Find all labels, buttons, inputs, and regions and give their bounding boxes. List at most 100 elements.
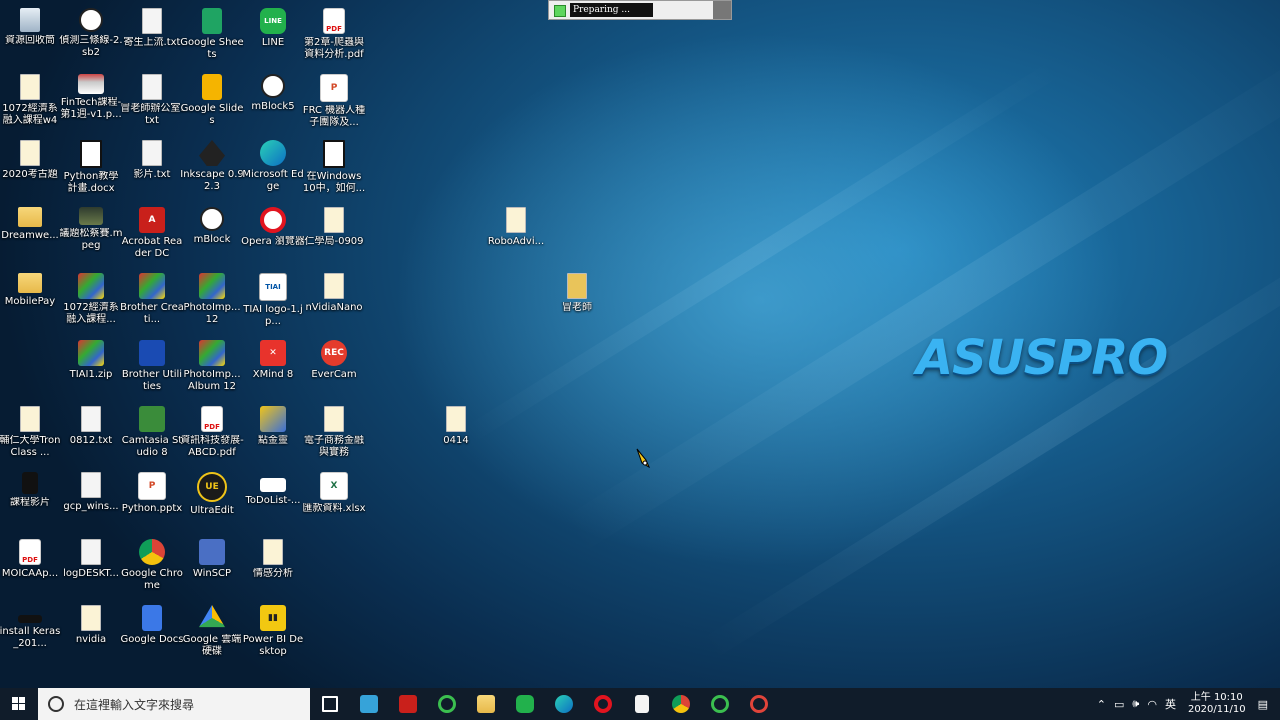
desktop-icon-shortcut[interactable]: Dreamwe... — [0, 203, 62, 269]
taskbar-app-building[interactable] — [349, 688, 388, 720]
brother-utilities-icon — [139, 340, 165, 366]
desktop-icon-file[interactable]: logDESKT... — [59, 535, 123, 601]
installer-icon — [18, 615, 42, 623]
desktop-icon-folder[interactable]: 情感分析 — [241, 535, 305, 601]
taskbar-app-edge[interactable] — [544, 688, 583, 720]
desktop-icon-google-slides[interactable]: Google Slides — [180, 70, 244, 136]
desktop-icon-image[interactable]: TIAI TIAI logo-1.jp... — [241, 269, 305, 335]
desktop-icon-folder[interactable]: MobilePay — [0, 269, 62, 335]
taskbar-app-line[interactable] — [505, 688, 544, 720]
desktop-icon-edge[interactable]: Microsoft Edge — [241, 136, 305, 202]
folder-icon — [20, 140, 40, 166]
desktop-icon-opera[interactable]: Opera 瀏覽器 — [241, 203, 305, 269]
start-button[interactable] — [0, 688, 38, 720]
notification-icon[interactable]: ▤ — [1258, 698, 1268, 711]
windows-logo-icon — [12, 697, 25, 710]
desktop-icon-txt[interactable]: 影片.txt — [120, 136, 184, 202]
chevron-up-icon[interactable]: ⌃ — [1097, 698, 1106, 711]
desktop-icon-folder[interactable]: 輔仁大學TronClass ... — [0, 402, 62, 468]
desktop-icon-shortcut[interactable]: 課程影片 — [0, 468, 62, 534]
desktop-icon-xlsx[interactable]: X 匯款資料.xlsx — [302, 468, 366, 534]
winscp-icon — [199, 539, 225, 565]
chrome-icon — [671, 695, 690, 713]
desktop-icon-docx[interactable]: Python教學計畫.docx — [59, 136, 123, 202]
desktop-icon-archive[interactable]: 1072經濟系融入課程... — [59, 269, 123, 335]
desktop-icon-brother-creative[interactable]: Brother Creati... — [120, 269, 184, 335]
taskbar-app-chrome[interactable] — [661, 688, 700, 720]
excel-icon: X — [320, 472, 348, 500]
desktop-icon-file[interactable]: ToDoList-... — [241, 468, 305, 534]
desktop-icon-mblock5[interactable]: mBlock5 — [241, 70, 305, 136]
desktop-icon-archive[interactable]: TIAI1.zip — [59, 336, 123, 402]
desktop-icon-folder[interactable]: nVidiaNano — [302, 269, 366, 335]
desktop-icon-recycle-bin[interactable]: 資源回收筒 — [0, 4, 62, 70]
desktop-icon-txt[interactable]: 0812.txt — [59, 402, 123, 468]
desktop-icon-folder[interactable]: 仁學局-0909 — [302, 203, 366, 269]
taskbar-app-settings[interactable] — [739, 688, 778, 720]
desktop-icon-winscp[interactable]: WinSCP — [180, 535, 244, 601]
desktop-icon-xmind[interactable]: ✕ XMind 8 — [241, 336, 305, 402]
desktop-icon-photoimpact[interactable]: PhotoImp... 12 — [180, 269, 244, 335]
desktop-icon-file[interactable]: FinTech課程-第1週-v1.p... — [59, 70, 123, 136]
desktop-icon-pptx[interactable]: P Python.pptx — [120, 468, 184, 534]
desktop-icon-folder[interactable]: RoboAdvi... — [484, 203, 548, 269]
desktop-icon-brother-utilities[interactable]: Brother Utilities — [120, 336, 184, 402]
taskbar-app-recorder[interactable] — [427, 688, 466, 720]
desktop-icon-acrobat[interactable]: A Acrobat Reader DC — [120, 203, 184, 269]
window-edge — [713, 1, 731, 19]
desktop-icon-folder[interactable]: nvidia — [59, 601, 123, 667]
desktop-icon-google-docs[interactable]: Google Docs — [120, 601, 184, 667]
desktop-icon-pdf[interactable]: PDF MOICAAp... — [0, 535, 62, 601]
google-docs-icon — [142, 605, 162, 631]
desktop-icon-pdf[interactable]: PDF 資訊科技發展-ABCD.pdf — [180, 402, 244, 468]
panda-icon — [79, 8, 103, 32]
desktop-icon-ultraedit[interactable]: UE UltraEdit — [180, 468, 244, 534]
desktop-icon-file[interactable]: install Keras_201... — [0, 601, 62, 667]
panda-icon — [200, 207, 224, 231]
text-file-icon — [81, 539, 101, 565]
line-icon — [515, 695, 534, 713]
desktop-icon-camtasia[interactable]: Camtasia Studio 8 — [120, 402, 184, 468]
desktop-icon-photoimpact-album[interactable]: PhotoImp... Album 12 — [180, 336, 244, 402]
clock[interactable]: 上午 10:10 2020/11/10 — [1188, 692, 1246, 716]
desktop-icon-folder[interactable]: 1072經濟系融入課程w4 — [0, 70, 62, 136]
desktop-icon-power-bi[interactable]: ▮▮ Power BI Desktop — [241, 601, 305, 667]
desktop-icon-txt[interactable]: 寄生上流.txt — [120, 4, 184, 70]
powerpoint-icon: P — [138, 472, 166, 500]
desktop-icon-folder[interactable]: 電子商務金融與實務 — [302, 402, 366, 468]
progress-square — [554, 5, 566, 17]
desktop-icon-mblock[interactable]: mBlock — [180, 203, 244, 269]
taskbar-search-box[interactable]: 在這裡輸入文字來搜尋 — [38, 688, 310, 720]
taskbar-app-file-explorer[interactable] — [466, 688, 505, 720]
image-icon: TIAI — [259, 273, 287, 301]
desktop-icon-file[interactable]: 偵測三條線-2.sb2 — [59, 4, 123, 70]
recycle-bin-icon — [20, 8, 40, 32]
task-view-button[interactable] — [310, 688, 349, 720]
taskbar-app-recorder-2[interactable] — [700, 688, 739, 720]
folder-icon — [476, 695, 495, 713]
wifi-icon[interactable]: ◠ — [1147, 698, 1157, 711]
desktop-icon-folder[interactable]: 冒老師 — [545, 269, 609, 335]
desktop-icon-chrome[interactable]: Google Chrome — [120, 535, 184, 601]
ime-indicator[interactable]: 英 — [1165, 696, 1176, 712]
taskbar-app-notepad[interactable] — [622, 688, 661, 720]
desktop-icon-inkscape[interactable]: Inkscape 0.92.3 — [180, 136, 244, 202]
desktop-icon-pptx[interactable]: P FRC 機器人種子團隊及... — [302, 70, 366, 136]
desktop-icon-app[interactable]: 點金靈 — [241, 402, 305, 468]
desktop-icon-file[interactable]: gcp_wins... — [59, 468, 123, 534]
taskbar-app-opera[interactable] — [583, 688, 622, 720]
desktop-icon-google-drive[interactable]: Google 雲端硬碟 — [180, 601, 244, 667]
google-drive-icon — [199, 605, 225, 628]
desktop-icon-txt[interactable]: 冒老師辦公室.txt — [120, 70, 184, 136]
desktop-icon-line[interactable]: LINE LINE — [241, 4, 305, 70]
taskbar-app-acrobat[interactable] — [388, 688, 427, 720]
desktop-icon-google-sheets[interactable]: Google Sheets — [180, 4, 244, 70]
battery-icon[interactable]: ▭ — [1114, 698, 1124, 711]
desktop-icon-folder[interactable]: 0414 — [424, 402, 488, 468]
desktop-icon-file[interactable]: 在Windows 10中，如何... — [302, 136, 366, 202]
desktop-icon-video[interactable]: 議題松蔡賽.mpeg — [59, 203, 123, 269]
desktop-icon-pdf[interactable]: PDF 第2章-爬蟲與資料分析.pdf — [302, 4, 366, 70]
desktop-icon-evercam[interactable]: REC EverCam — [302, 336, 366, 402]
desktop-icon-folder[interactable]: 2020考古題 — [0, 136, 62, 202]
speaker-icon[interactable]: 🕪 — [1132, 697, 1139, 711]
